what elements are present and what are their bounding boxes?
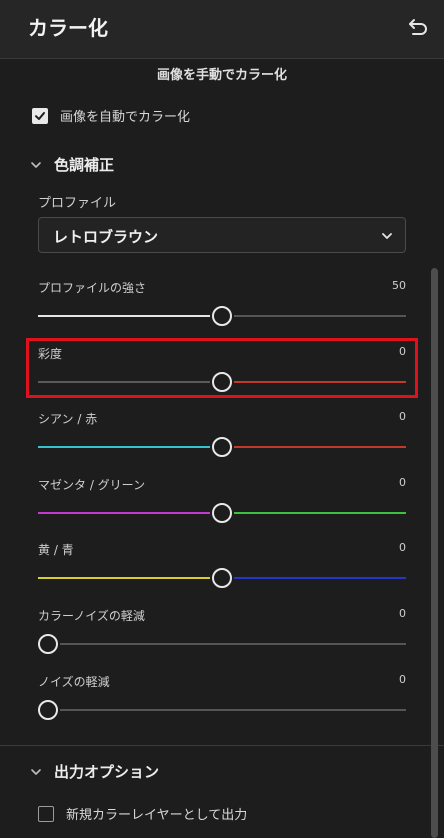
- color-correction-label: 色調補正: [54, 156, 115, 174]
- slider-value: 50: [392, 279, 406, 292]
- slider-thumb[interactable]: [212, 503, 232, 523]
- slider-thumb[interactable]: [212, 306, 232, 326]
- panel-title: カラー化: [28, 16, 108, 40]
- output-options-label: 出力オプション: [54, 763, 160, 781]
- slider-value: 0: [399, 476, 406, 489]
- slider-track-right: [234, 577, 406, 579]
- color-correction-section-toggle[interactable]: 色調補正: [30, 154, 114, 175]
- saturation-highlight-box: [26, 338, 418, 398]
- magenta-green-slider[interactable]: マゼンタ / グリーン 0: [38, 476, 406, 523]
- slider-track-right: [60, 709, 406, 711]
- panel-header: カラー化: [0, 0, 444, 59]
- slider-track-left: [38, 512, 210, 514]
- slider-track-left: [38, 315, 210, 317]
- slider-label: シアン / 赤: [38, 412, 98, 426]
- manual-colorize-heading: 画像を手動でカラー化: [156, 68, 287, 83]
- slider-label: 黄 / 青: [38, 543, 74, 557]
- new-layer-row[interactable]: 新規カラーレイヤーとして出力: [38, 804, 247, 823]
- slider-value: 0: [399, 607, 406, 620]
- new-color-layer-label: 新規カラーレイヤーとして出力: [66, 808, 248, 823]
- scrollbar[interactable]: [431, 268, 438, 838]
- output-options-section-toggle[interactable]: 出力オプション: [30, 761, 159, 782]
- slider-thumb[interactable]: [212, 437, 232, 457]
- new-color-layer-checkbox[interactable]: [38, 805, 54, 822]
- profile-strength-slider[interactable]: プロファイルの強さ 50: [38, 279, 406, 326]
- chevron-down-icon: [31, 161, 41, 168]
- auto-colorize-row[interactable]: 画像を自動でカラー化: [32, 106, 190, 125]
- slider-label: プロファイルの強さ: [38, 281, 147, 295]
- slider-value: 0: [399, 410, 406, 423]
- slider-track-left: [38, 577, 210, 579]
- slider-track-right: [234, 446, 406, 448]
- profile-label: プロファイル: [38, 196, 117, 211]
- check-icon: [35, 111, 45, 120]
- slider-label: ノイズの軽減: [38, 675, 110, 689]
- chevron-down-icon: [31, 768, 41, 775]
- slider-track-left: [38, 446, 210, 448]
- slider-value: 0: [399, 541, 406, 554]
- yellow-blue-slider[interactable]: 黄 / 青 0: [38, 541, 406, 588]
- profile-dropdown[interactable]: レトロブラウン: [38, 217, 406, 253]
- undo-icon[interactable]: [406, 14, 430, 38]
- section-divider: [0, 745, 444, 746]
- slider-label: マゼンタ / グリーン: [38, 478, 146, 492]
- slider-thumb[interactable]: [38, 700, 58, 720]
- slider-track-right: [234, 315, 406, 317]
- slider-label: カラーノイズの軽減: [38, 609, 145, 623]
- color-noise-reduction-slider[interactable]: カラーノイズの軽減 0: [38, 607, 406, 654]
- cyan-red-slider[interactable]: シアン / 赤 0: [38, 410, 406, 457]
- auto-colorize-label: 画像を自動でカラー化: [60, 110, 191, 125]
- slider-thumb[interactable]: [212, 568, 232, 588]
- slider-track-right: [60, 643, 406, 645]
- auto-colorize-checkbox[interactable]: [32, 107, 48, 124]
- slider-thumb[interactable]: [38, 634, 58, 654]
- slider-value: 0: [399, 673, 406, 686]
- noise-reduction-slider[interactable]: ノイズの軽減 0: [38, 673, 406, 720]
- chevron-down-icon: [382, 233, 392, 239]
- profile-dropdown-value: レトロブラウン: [53, 228, 159, 246]
- slider-track-right: [234, 512, 406, 514]
